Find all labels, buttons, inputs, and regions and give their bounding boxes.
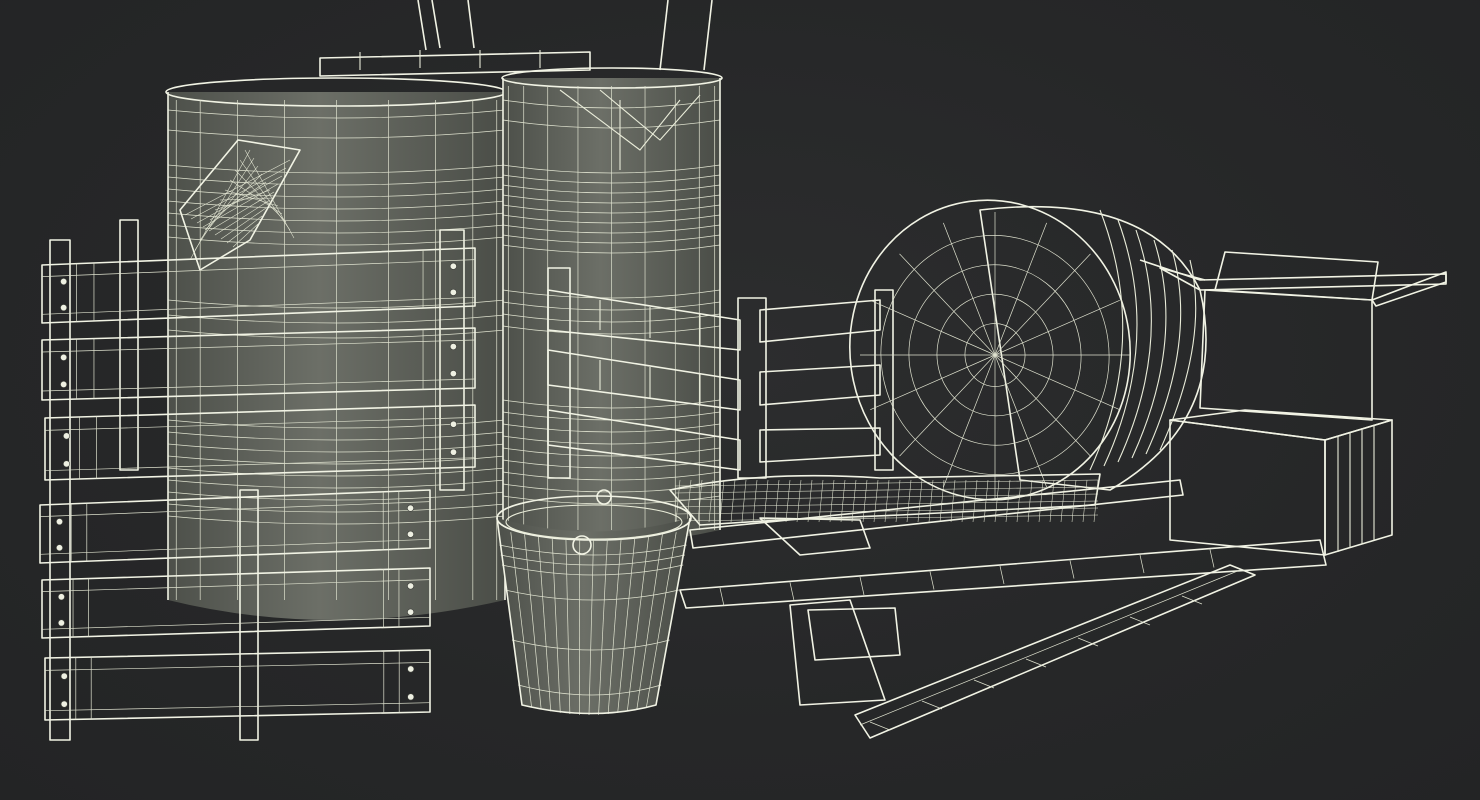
render-viewport — [0, 0, 1480, 800]
wireframe-scene — [39, 0, 1447, 741]
barrel-staves — [1089, 209, 1197, 471]
barrel-lid-web — [860, 212, 1130, 498]
metal-barrel-front — [501, 0, 723, 543]
cardboard-box-closed — [1169, 409, 1393, 556]
wooden-barrel-lying — [848, 199, 1447, 501]
